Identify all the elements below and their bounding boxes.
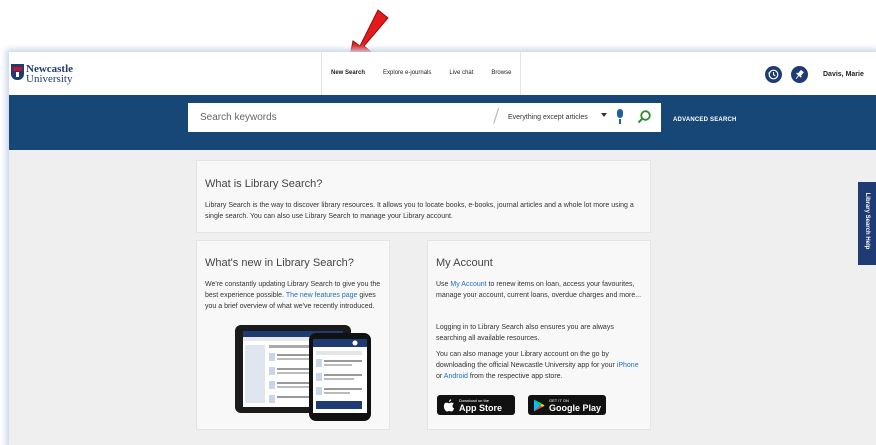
main-nav: New Search Explore e-journals Live chat …	[321, 52, 522, 95]
apple-icon	[443, 399, 455, 412]
search-scope-select[interactable]: Everything except articles	[508, 103, 588, 132]
account-paragraph-2: Logging in to Library Search also ensure…	[436, 324, 614, 342]
my-account-title: My Account	[436, 257, 493, 269]
search-icon[interactable]	[636, 109, 652, 125]
new-features-link[interactable]: The new features page	[286, 292, 358, 299]
microphone-icon[interactable]	[616, 109, 624, 125]
what-is-card: What is Library Search? Library Search i…	[196, 160, 651, 233]
my-account-card: My Account Use My Account to renew items…	[427, 240, 651, 430]
help-tab-label: Library Search Help	[864, 192, 870, 250]
my-account-link[interactable]: My Account	[450, 281, 486, 288]
whats-new-body: We're constantly updating Library Search…	[205, 281, 381, 310]
crest-icon	[11, 64, 24, 80]
what-is-body: Library Search is the way to discover li…	[205, 202, 634, 220]
app-store-badge[interactable]: Download on the App Store	[437, 395, 515, 415]
search-input[interactable]: Search keywords	[200, 103, 480, 132]
nav-live-chat[interactable]: Live chat	[440, 52, 482, 95]
logo-line-2: University	[26, 73, 73, 85]
advanced-search-link[interactable]: ADVANCED SEARCH	[673, 117, 737, 123]
app-store-big: App Store	[459, 403, 503, 413]
devices-image	[235, 325, 371, 421]
library-search-page: Newcastle University New Search Explore …	[9, 52, 876, 445]
android-link[interactable]: Android	[444, 373, 468, 380]
whats-new-card: What's new in Library Search? We're cons…	[196, 240, 390, 430]
account-paragraph-3: You can also manage your Library account…	[436, 351, 639, 380]
nav-new-search[interactable]: New Search	[322, 52, 374, 95]
search-band: Search keywords | Everything except arti…	[9, 95, 876, 150]
chevron-down-icon[interactable]	[601, 113, 607, 117]
search-history-button[interactable]	[765, 66, 782, 83]
iphone-link[interactable]: iPhone	[617, 362, 639, 369]
pin-icon	[795, 69, 804, 80]
google-play-icon	[534, 399, 545, 412]
scope-divider: |	[491, 107, 502, 124]
nav-browse[interactable]: Browse	[482, 52, 520, 95]
favourites-button[interactable]	[791, 66, 808, 83]
history-icon	[768, 69, 779, 80]
library-search-help-tab[interactable]: Library Search Help	[858, 182, 876, 265]
google-play-badge[interactable]: GET IT ON Google Play	[528, 395, 606, 415]
university-logo[interactable]: Newcastle University	[11, 64, 73, 85]
search-box: Search keywords | Everything except arti…	[188, 103, 661, 132]
user-menu[interactable]: Davis, Marie	[823, 71, 864, 78]
what-is-title: What is Library Search?	[205, 178, 323, 190]
nav-explore-ejournals[interactable]: Explore e-journals	[374, 52, 440, 95]
account-paragraph-1: Use My Account to renew items on loan, a…	[436, 281, 642, 299]
google-play-big: Google Play	[549, 403, 602, 413]
top-bar: Newcastle University New Search Explore …	[9, 52, 876, 96]
whats-new-title: What's new in Library Search?	[205, 257, 354, 269]
